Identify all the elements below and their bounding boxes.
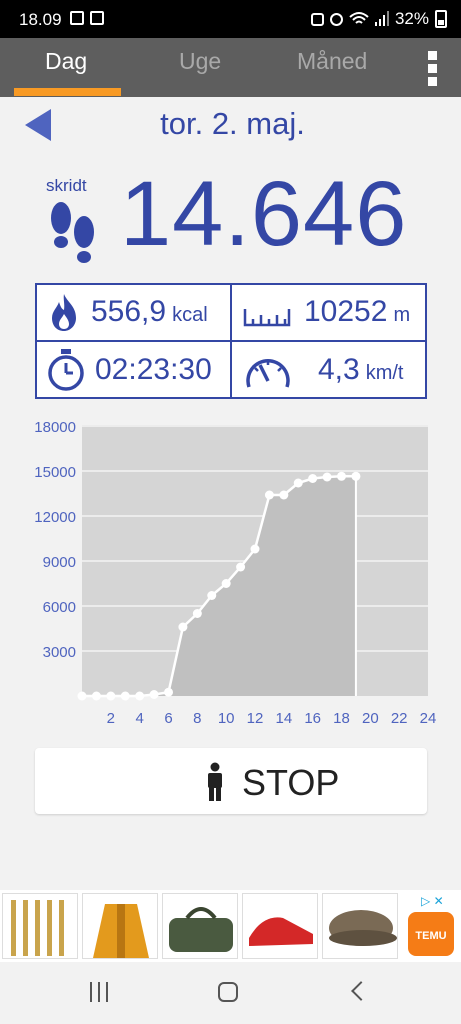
distance-stat: 10252 m [304, 295, 410, 329]
lock-icon [310, 12, 324, 26]
chart-data-point [264, 490, 274, 500]
chart-data-point [351, 471, 361, 481]
chart-data-point [178, 622, 188, 632]
chart-y-tick-label: 18000 [34, 419, 76, 436]
distance-value: 10252 [304, 295, 388, 328]
flame-icon [52, 294, 76, 331]
system-nav-bar [0, 962, 461, 1024]
chart-data-point [149, 690, 159, 699]
signal-icon [374, 11, 389, 26]
chart-data-point [106, 691, 116, 701]
duration-value: 02:23:30 [95, 353, 212, 386]
ad-image-jacket[interactable] [82, 893, 158, 959]
temu-logo[interactable]: TEMU [408, 912, 454, 956]
recent-apps-button[interactable] [90, 982, 108, 1002]
chart-data-point [308, 474, 318, 483]
chart-x-tick-label: 20 [362, 710, 379, 727]
battery-percent: 32% [394, 9, 429, 28]
chart-data-point [236, 562, 246, 572]
calories-stat: 556,9 kcal [91, 295, 208, 329]
tab-bar: Dag Uge Måned [0, 38, 461, 97]
calories-unit: kcal [172, 304, 208, 326]
ad-image-bag[interactable] [162, 893, 238, 959]
chart-data-point [207, 591, 217, 600]
chart-x-tick-label: 2 [107, 710, 115, 727]
status-time: 18.09 [19, 10, 62, 29]
chart-x-tick-label: 18 [333, 710, 350, 727]
wifi-icon [349, 12, 369, 24]
footprints-icon [51, 202, 94, 263]
tab-month[interactable]: Måned [297, 48, 367, 75]
chart-data-point [250, 544, 260, 554]
stop-button-label: STOP [242, 762, 340, 803]
tab-week[interactable]: Uge [179, 48, 221, 75]
stats-grid: 556,9 kcal 10252 m 02:23:30 4,3 km/t [35, 283, 427, 399]
back-button[interactable] [351, 981, 371, 1001]
ad-image-shoes[interactable] [242, 893, 318, 959]
chart-data-point [192, 609, 202, 618]
ruler-icon [243, 309, 291, 327]
chart-x-tick-label: 14 [275, 710, 292, 727]
adchoices-icon[interactable]: ▷ ✕ [421, 894, 444, 908]
chart-data-point [135, 691, 145, 701]
chart-x-tick-label: 24 [420, 710, 437, 727]
chart-x-tick-label: 16 [304, 710, 321, 727]
ad-image-cap[interactable] [322, 893, 398, 959]
steps-count: 14.646 [120, 163, 408, 265]
steps-chart: 3000600090001200015000180002 4 6 8 10 12 14 16 1… [34, 419, 437, 727]
calories-value: 556,9 [91, 295, 167, 328]
chart-x-tick-label: 8 [193, 710, 201, 727]
chart-x-tick-label: 22 [391, 710, 408, 727]
alarm-icon [329, 12, 343, 26]
stopwatch-icon [48, 349, 84, 391]
image-notification-icon [70, 11, 84, 25]
ad-image-drill-bits[interactable] [2, 893, 78, 959]
chart-data-point [164, 687, 173, 697]
chart-x-tick-label: 6 [164, 710, 172, 727]
chart-x-tick-label: 10 [218, 710, 235, 727]
steps-label: skridt [46, 176, 87, 195]
chart-data-point [91, 691, 101, 701]
speed-unit: km/t [365, 362, 404, 384]
chart-x-tick-label: 12 [247, 710, 264, 727]
chart-data-point [337, 471, 346, 481]
speed-stat: 4,3 km/t [318, 353, 404, 387]
chart-y-tick-label: 6000 [43, 599, 76, 616]
chart-data-point [221, 579, 231, 588]
chart-data-point [322, 472, 332, 482]
active-tab-indicator [14, 88, 121, 96]
current-date: tor. 2. maj. [160, 106, 305, 141]
home-button[interactable] [218, 982, 238, 1002]
check-notification-icon [90, 11, 104, 25]
chart-data-point [293, 478, 303, 488]
overflow-menu-icon[interactable] [425, 51, 439, 87]
chart-data-point [120, 691, 130, 701]
status-bar: 18.09 32% [0, 0, 461, 38]
chart-data-point [77, 691, 87, 701]
chart-y-tick-label: 3000 [43, 644, 76, 661]
ad-banner[interactable]: ▷ ✕ TEMU [0, 890, 461, 962]
chart-y-tick-label: 9000 [43, 554, 76, 571]
chart-data-point [279, 490, 289, 500]
chart-y-tick-label: 12000 [34, 509, 76, 526]
person-icon [208, 762, 222, 801]
stop-button[interactable]: STOP [35, 748, 427, 814]
speed-value: 4,3 [318, 353, 360, 386]
distance-unit: m [393, 304, 411, 326]
speedometer-icon [246, 359, 290, 388]
battery-icon [435, 10, 447, 28]
chart-x-tick-label: 4 [135, 710, 143, 727]
tab-day[interactable]: Dag [45, 48, 87, 75]
chart-y-tick-label: 15000 [34, 464, 76, 481]
